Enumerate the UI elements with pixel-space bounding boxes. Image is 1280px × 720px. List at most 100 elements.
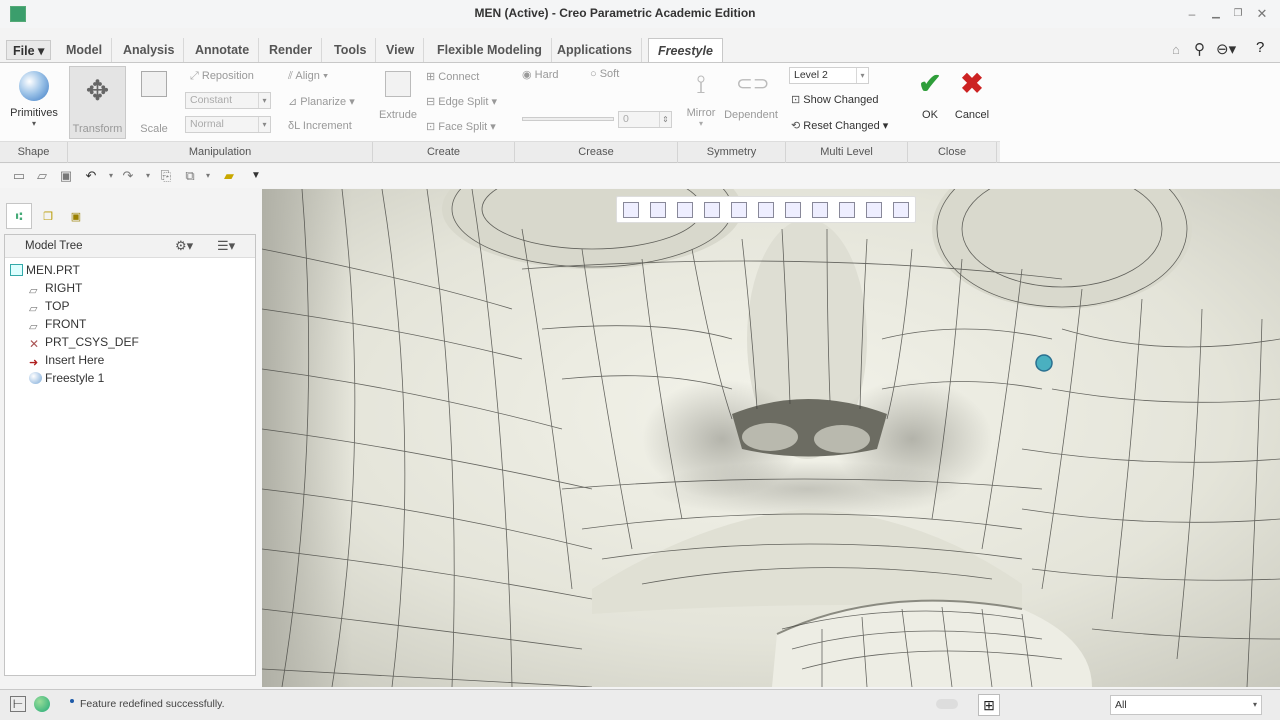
tree-settings-icon[interactable]: ⚙▾: [175, 238, 193, 254]
navigator-toggle-icon[interactable]: ⊢: [10, 696, 26, 712]
status-message: Feature redefined successfully.: [80, 698, 225, 710]
reposition-label: Reposition: [201, 70, 254, 82]
tab-model[interactable]: Model: [57, 38, 113, 62]
tab-tools[interactable]: Tools: [325, 38, 377, 62]
graphics-viewport[interactable]: [262, 189, 1280, 687]
tab-annotate[interactable]: Annotate: [186, 38, 260, 62]
open-file-icon[interactable]: ▱: [34, 168, 50, 183]
soft-radio[interactable]: ○ Soft: [590, 68, 619, 80]
tab-render[interactable]: Render: [260, 38, 323, 62]
tab-view[interactable]: View: [377, 38, 425, 62]
hard-label: Hard: [534, 69, 559, 81]
tree-item[interactable]: Freestyle 1: [29, 369, 104, 387]
tree-item[interactable]: ▱ RIGHT: [29, 279, 82, 297]
windows-icon[interactable]: ⧉: [182, 168, 198, 183]
scale-button[interactable]: Scale: [134, 69, 174, 139]
favorites-tab-icon[interactable]: ▣: [64, 205, 88, 229]
tree-item[interactable]: ▱ TOP: [29, 297, 69, 315]
increment-button[interactable]: δL Increment: [288, 120, 352, 132]
connect-button[interactable]: ⊞ Connect: [426, 70, 479, 83]
primitives-button[interactable]: Primitives ▾: [8, 67, 60, 137]
restore-button[interactable]: ❐: [1232, 8, 1244, 20]
browser-toggle-icon[interactable]: [34, 696, 50, 712]
group-close: Close: [908, 142, 997, 163]
normal-select[interactable]: Normal ▾: [185, 116, 271, 133]
tab-applications[interactable]: Applications: [548, 38, 643, 62]
align-button[interactable]: ⫽ Align ▾: [288, 70, 328, 83]
view-manager-icon[interactable]: [785, 202, 801, 218]
dependent-button[interactable]: ⊂⊃ Dependent: [722, 69, 780, 139]
refit-icon[interactable]: [623, 202, 639, 218]
tab-file[interactable]: File ▾: [6, 40, 52, 60]
soft-label: Soft: [599, 68, 620, 80]
minimize-button[interactable]: ▁: [1210, 8, 1222, 20]
spin-center-icon[interactable]: [866, 202, 882, 218]
folder-icon[interactable]: ▰: [221, 168, 237, 183]
undo-dropdown-icon[interactable]: ▾: [103, 168, 119, 183]
undo-icon[interactable]: ↶: [83, 168, 99, 183]
saved-orientations-icon[interactable]: [758, 202, 774, 218]
ok-button[interactable]: ✔ OK: [912, 69, 948, 129]
minimize-icon[interactable]: –: [1186, 8, 1198, 20]
redo-icon[interactable]: ↷: [120, 168, 136, 183]
tree-item[interactable]: ✕ PRT_CSYS_DEF: [29, 333, 139, 351]
transform-button[interactable]: ✥ Transform: [69, 66, 126, 139]
cancel-x-icon: ✖: [960, 68, 984, 99]
connect-label: Connect: [438, 71, 480, 83]
model-tree-panel: Model Tree ⚙▾ ☰▾ MEN.PRT ▱ RIGHT ▱ TOP ▱ FR…: [4, 234, 256, 676]
crease-slider[interactable]: [522, 117, 614, 121]
datum-display-icon[interactable]: [812, 202, 828, 218]
face-mesh-model: [262, 189, 1280, 687]
customize-toolbar-icon[interactable]: ▼: [248, 168, 264, 183]
close-window-button[interactable]: ✕: [1256, 7, 1268, 20]
chevron-down-icon: ▾: [856, 68, 868, 83]
mirror-button[interactable]: ⟟ Mirror ▾: [684, 69, 718, 139]
show-changed-label: Show Changed: [803, 94, 879, 106]
extrude-button[interactable]: Extrude: [378, 69, 418, 139]
tab-freestyle[interactable]: Freestyle: [648, 38, 723, 63]
planarize-label: Planarize: [300, 96, 347, 108]
perspective-icon[interactable]: [893, 202, 909, 218]
edge-split-button[interactable]: ⊟ Edge Split ▾: [426, 95, 497, 108]
smart-filter-icon[interactable]: ⊞: [978, 694, 1000, 716]
selection-marker[interactable]: [1035, 354, 1053, 372]
regenerate-icon[interactable]: ⎘: [158, 168, 174, 183]
zoom-out-icon[interactable]: [677, 202, 693, 218]
planarize-button[interactable]: ⊿ Planarize ▾: [288, 95, 355, 108]
cancel-button[interactable]: ✖ Cancel: [952, 69, 992, 129]
save-icon[interactable]: ▣: [58, 168, 74, 183]
cancel-label: Cancel: [954, 109, 990, 121]
face-split-button[interactable]: ⊡ Face Split ▾: [426, 120, 496, 133]
new-file-icon[interactable]: ▭: [11, 168, 27, 183]
hard-radio[interactable]: ◉ Hard: [522, 68, 559, 81]
graphics-toolbar: [616, 196, 916, 223]
redo-dropdown-icon[interactable]: ▾: [140, 168, 156, 183]
show-changed-button[interactable]: ⊡ Show Changed: [791, 93, 879, 106]
filter-select[interactable]: All ▾: [1110, 695, 1262, 715]
tree-item[interactable]: ▱ FRONT: [29, 315, 86, 333]
tree-columns-icon[interactable]: ☰▾: [217, 238, 235, 254]
freestyle-icon: [29, 372, 42, 384]
annotation-display-icon[interactable]: [839, 202, 855, 218]
level-select[interactable]: Level 2 ▾: [789, 67, 869, 84]
folder-browser-tab-icon[interactable]: ❐: [36, 205, 60, 229]
crease-value-field[interactable]: 0 ⇕: [618, 111, 672, 128]
windows-dropdown-icon[interactable]: ▾: [200, 168, 216, 183]
back-icon[interactable]: ⌂: [1172, 42, 1180, 57]
constant-select[interactable]: Constant ▾: [185, 92, 271, 109]
tab-analysis[interactable]: Analysis: [114, 38, 185, 62]
zoom-in-icon[interactable]: [650, 202, 666, 218]
reposition-button[interactable]: ⤢ Reposition: [190, 70, 254, 83]
dependent-icon: ⊂⊃: [736, 73, 770, 95]
search-icon[interactable]: ⚲: [1194, 40, 1205, 58]
reset-changed-button[interactable]: ⟲ Reset Changed ▾: [791, 119, 888, 132]
display-style-icon[interactable]: [731, 202, 747, 218]
help-icon[interactable]: ?: [1256, 39, 1264, 56]
tree-item[interactable]: ➜ Insert Here: [29, 351, 104, 369]
tab-flexible-modeling[interactable]: Flexible Modeling: [428, 38, 552, 62]
model-tree-tab-icon[interactable]: ⑆: [6, 203, 32, 229]
repaint-icon[interactable]: [704, 202, 720, 218]
message-bullet-icon: [70, 699, 74, 703]
tree-item[interactable]: MEN.PRT: [10, 261, 80, 279]
help-menu-icon[interactable]: ⊖▾: [1216, 40, 1236, 58]
